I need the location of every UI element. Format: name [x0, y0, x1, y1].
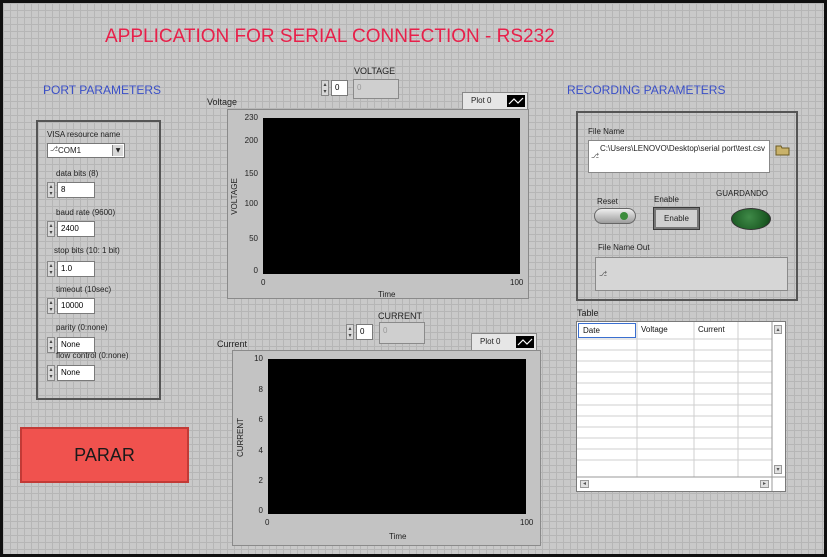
data-bits-spinner[interactable]: ▴ ▾: [47, 182, 55, 198]
application-window: APPLICATION FOR SERIAL CONNECTION - RS23…: [0, 0, 827, 557]
file-name-out-field: ⎇: [595, 257, 788, 291]
flow-control-label: flow control (0:none): [56, 351, 129, 360]
reset-label: Reset: [597, 197, 618, 206]
visa-resource-value: COM1: [58, 146, 82, 155]
voltage-ytick: 200: [244, 136, 258, 145]
port-parameters-title: PORT PARAMETERS: [43, 83, 162, 97]
voltage-plot-area[interactable]: [263, 118, 520, 274]
stop-bits-spinner[interactable]: ▴ ▾: [47, 261, 55, 277]
column-header-date: Date: [583, 326, 600, 335]
voltage-xlabel: Time: [378, 290, 396, 299]
voltage-graph-label: Voltage: [207, 97, 238, 107]
stop-button[interactable]: PARAR: [20, 427, 189, 483]
file-name-label: File Name: [588, 127, 625, 136]
current-ylabel: CURRENT: [236, 417, 246, 458]
flow-control-spinner[interactable]: ▴ ▾: [47, 365, 55, 381]
current-ytick: 6: [258, 415, 263, 424]
stop-bits-field[interactable]: 1.0: [57, 261, 95, 277]
reset-button[interactable]: [594, 208, 636, 224]
voltage-spinner[interactable]: ▴ ▾: [321, 80, 329, 96]
current-legend-label: Plot 0: [480, 337, 501, 346]
current-spinner[interactable]: ▴ ▾: [346, 324, 354, 340]
path-icon: ⎇: [591, 152, 600, 160]
current-graph-label: Current: [217, 339, 248, 349]
data-bits-field[interactable]: 8: [57, 182, 95, 198]
data-table[interactable]: Date Voltage Current ▴ ▾ ◂ ▸: [576, 321, 786, 492]
current-plot-area[interactable]: [268, 359, 526, 514]
visa-icon: ⎇: [50, 145, 59, 153]
voltage-legend-label: Plot 0: [471, 96, 492, 105]
current-spin-field[interactable]: 0: [356, 324, 373, 340]
file-name-field[interactable]: ⎇ C:\Users\LENOVO\Desktop\serial port\te…: [588, 140, 770, 173]
current-ytick: 0: [258, 506, 263, 515]
current-xtick: 0: [265, 518, 270, 527]
voltage-graph: 230 200 150 100 50 0 0 100 Time VOLTAGE: [227, 109, 529, 299]
stop-bits-label: stop bits (10: 1 bit): [54, 246, 120, 255]
current-graph: 10 8 6 4 2 0 0 100 Time CURRENT: [232, 350, 541, 546]
chevron-down-icon[interactable]: ▼: [112, 145, 123, 156]
enable-button-label: Enable: [656, 210, 697, 227]
baud-rate-label: baud rate (9600): [56, 208, 116, 217]
table-grid: [577, 322, 785, 491]
port-parameters-panel: VISA resource name ⎇ COM1 ▼ data bits (8…: [36, 120, 161, 400]
timeout-field[interactable]: 10000: [57, 298, 95, 314]
visa-resource-label: VISA resource name: [47, 130, 121, 139]
scroll-up-icon[interactable]: ▴: [774, 325, 782, 334]
voltage-ytick: 100: [244, 199, 258, 208]
voltage-ytick: 0: [253, 266, 258, 275]
current-xlabel: Time: [389, 532, 407, 541]
line-plot-icon: [516, 336, 534, 348]
voltage-legend[interactable]: Plot 0: [462, 92, 528, 110]
current-ytick: 8: [258, 385, 263, 394]
voltage-display: 0: [353, 79, 399, 99]
column-header-voltage: Voltage: [641, 325, 668, 334]
voltage-spin-field[interactable]: 0: [331, 80, 348, 96]
file-name-out-label: File Name Out: [598, 243, 650, 252]
timeout-spinner[interactable]: ▴ ▾: [47, 298, 55, 314]
current-legend[interactable]: Plot 0: [471, 333, 537, 351]
data-bits-label: data bits (8): [56, 169, 99, 178]
enable-button[interactable]: Enable: [653, 207, 700, 230]
timeout-label: timeout (10sec): [56, 285, 112, 294]
voltage-ytick: 150: [244, 169, 258, 178]
flow-control-field[interactable]: None: [57, 365, 95, 381]
scroll-down-icon[interactable]: ▾: [774, 465, 782, 474]
baud-rate-field[interactable]: 2400: [57, 221, 95, 237]
current-ytick: 4: [258, 446, 263, 455]
file-name-value: C:\Users\LENOVO\Desktop\serial port\test…: [600, 144, 765, 153]
scroll-right-icon[interactable]: ▸: [760, 480, 769, 488]
app-title: APPLICATION FOR SERIAL CONNECTION - RS23…: [105, 26, 555, 47]
current-ytick: 10: [254, 354, 263, 363]
guardando-label: GUARDANDO: [716, 189, 769, 198]
table-header-date[interactable]: Date: [578, 323, 636, 338]
folder-icon[interactable]: [775, 141, 791, 156]
voltage-indicator-label: VOLTAGE: [354, 66, 396, 76]
current-display: 0: [379, 322, 425, 344]
voltage-ytick: 50: [249, 234, 258, 243]
current-ytick: 2: [258, 476, 263, 485]
scroll-left-icon[interactable]: ◂: [580, 480, 589, 488]
voltage-ylabel: VOLTAGE: [229, 178, 239, 215]
recording-parameters-title: RECORDING PARAMETERS: [567, 83, 726, 97]
enable-label: Enable: [654, 195, 679, 204]
voltage-xtick: 100: [510, 278, 524, 287]
voltage-ytick: 230: [244, 113, 258, 122]
current-xtick: 100: [520, 518, 534, 527]
reset-indicator-icon: [620, 212, 628, 220]
parity-label: parity (0:none): [56, 323, 108, 332]
current-indicator-label: CURRENT: [378, 311, 422, 321]
recording-parameters-panel: File Name ⎇ C:\Users\LENOVO\Desktop\seri…: [576, 111, 798, 301]
guardando-led-icon: [731, 208, 771, 230]
baud-rate-spinner[interactable]: ▴ ▾: [47, 221, 55, 237]
column-header-current: Current: [698, 325, 725, 334]
table-label: Table: [577, 308, 599, 318]
visa-resource-select[interactable]: ⎇ COM1 ▼: [47, 143, 125, 158]
voltage-xtick: 0: [261, 278, 266, 287]
parity-spinner[interactable]: ▴ ▾: [47, 337, 55, 353]
line-plot-icon: [507, 95, 525, 107]
path-icon: ⎇: [599, 270, 608, 278]
